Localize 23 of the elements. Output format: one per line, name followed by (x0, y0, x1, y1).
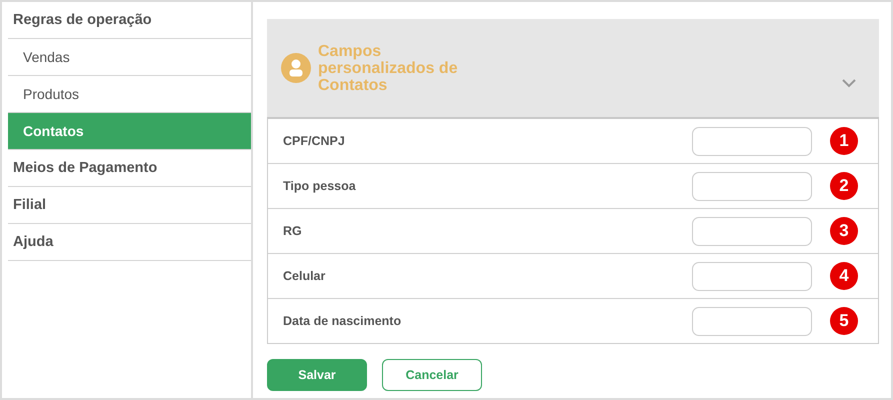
user-icon (281, 53, 311, 83)
field-label: CPF/CNPJ (283, 134, 346, 148)
input-field[interactable] (692, 172, 812, 200)
input-field[interactable] (692, 306, 812, 336)
field-label: RG (283, 224, 303, 238)
input-field[interactable] (692, 126, 812, 156)
input-field[interactable] (692, 216, 812, 246)
number-badge: 5 (830, 307, 858, 335)
field-label: Data de nascimento (283, 314, 402, 328)
sidebar-item[interactable]: Regras de operação (8, 2, 251, 39)
chevron-icon[interactable] (841, 78, 857, 88)
number-badge: 4 (830, 262, 858, 290)
field-label: Tipo pessoa (283, 179, 357, 193)
sidebar-item[interactable]: Filial (8, 187, 251, 224)
number-badge: 1 (830, 127, 858, 155)
number-badge: 3 (830, 217, 858, 245)
sidebar-item[interactable]: Ajuda (8, 224, 251, 261)
input-field[interactable] (692, 262, 812, 290)
panel-title: Campos personalizados de Contatos (318, 42, 458, 94)
sidebar-item[interactable]: Vendas (8, 39, 251, 76)
field-label: Celular (283, 269, 326, 283)
sidebar-item[interactable]: Meios de Pagamento (8, 150, 251, 187)
number-badge: 2 (830, 172, 858, 200)
